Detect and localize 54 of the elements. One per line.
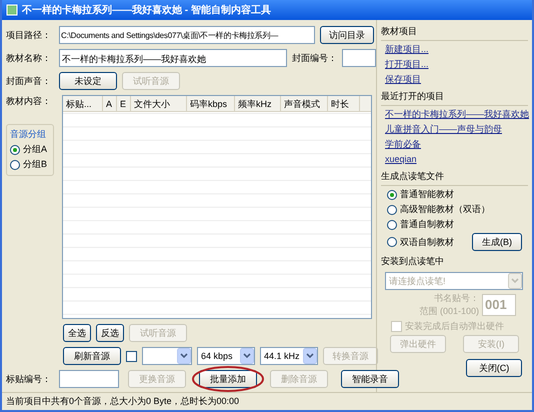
column-header[interactable]: 时长: [328, 96, 360, 111]
column-header[interactable]: A: [103, 96, 117, 111]
section-heading: 教材项目: [381, 23, 528, 41]
field-label: 封面编号：: [292, 52, 337, 64]
record-button[interactable]: 智能录音: [341, 370, 399, 388]
project-link[interactable]: 打开项目...: [385, 58, 429, 71]
column-header[interactable]: 码率kbps: [187, 96, 235, 111]
generate-button[interactable]: 生成(B): [472, 233, 522, 251]
radio-option[interactable]: 普通自制教材: [387, 218, 454, 231]
section-heading: 最近打开的项目: [381, 88, 528, 106]
name-field[interactable]: 不一样的卡梅拉系列——我好喜欢她: [59, 49, 287, 67]
radio-option[interactable]: 分组A: [10, 143, 50, 156]
radio-option[interactable]: 双语自制教材: [387, 236, 454, 248]
bitrate-dropdown[interactable]: 64 kbps: [197, 347, 255, 365]
column-header[interactable]: 频率kHz: [235, 96, 281, 111]
column-header[interactable]: 声音模式: [281, 96, 328, 111]
checkbox[interactable]: [126, 350, 137, 362]
radio-option[interactable]: 普通智能教材: [387, 188, 454, 201]
field-label: 教材内容：: [6, 95, 52, 108]
refresh-button[interactable]: 刷新音源: [63, 347, 121, 365]
sticker-number-field[interactable]: [59, 370, 119, 388]
path-field[interactable]: C:\Documents and Settings\des077\桌面\不一样的卡梅拉系列—: [59, 26, 315, 44]
close-button[interactable]: 关闭(C): [466, 359, 522, 377]
frequency-dropdown[interactable]: 44.1 kHz: [260, 347, 318, 365]
invert-selection-button[interactable]: 反选: [96, 324, 124, 342]
section-heading: 安装到点读笔中: [381, 255, 445, 268]
column-header[interactable]: 文件大小: [131, 96, 187, 111]
book-number-label: 书名贴号：: [434, 292, 479, 305]
unset-button[interactable]: 未设定: [59, 72, 117, 90]
select-all-button[interactable]: 全选: [63, 324, 91, 342]
format-dropdown[interactable]: [142, 347, 192, 365]
recent-project-link[interactable]: 学前必备: [385, 138, 421, 151]
recent-project-link[interactable]: 不一样的卡梅拉系列——我好喜欢她: [385, 108, 529, 121]
cover-number-field[interactable]: [342, 49, 376, 67]
status-text: 当前项目中共有0个音源，总大小为0 Byte，总时长为00:00: [6, 395, 240, 408]
field-label: 封面声音：: [6, 74, 52, 88]
app-icon: [6, 4, 18, 16]
radio-option[interactable]: 分组B: [10, 158, 50, 171]
recent-project-link[interactable]: xueqian: [385, 153, 417, 166]
project-link[interactable]: 保存项目: [385, 73, 421, 86]
window-title: 不一样的卡梅拉系列——我好喜欢她 - 智能自制内容工具: [2, 0, 532, 20]
section-heading: 生成点读笔文件: [381, 168, 528, 186]
recent-project-link[interactable]: 儿童拼音入门——声母与韵母: [385, 123, 502, 136]
column-header[interactable]: E: [117, 96, 131, 111]
project-link[interactable]: 新建项目...: [385, 43, 429, 56]
field-label: 教材名称：: [6, 52, 52, 64]
batch-add-button[interactable]: 批量添加: [199, 370, 257, 388]
radio-option[interactable]: 高级智能教材（双语）: [387, 203, 490, 216]
group-title: 音源分组: [10, 128, 47, 141]
field-label: 标贴编号：: [6, 372, 52, 386]
field-label: 项目路径：: [6, 28, 52, 42]
column-header[interactable]: 标贴...: [63, 96, 103, 111]
visit-button[interactable]: 访问目录: [320, 26, 374, 44]
range-label: 范围 (001-100): [419, 305, 479, 318]
